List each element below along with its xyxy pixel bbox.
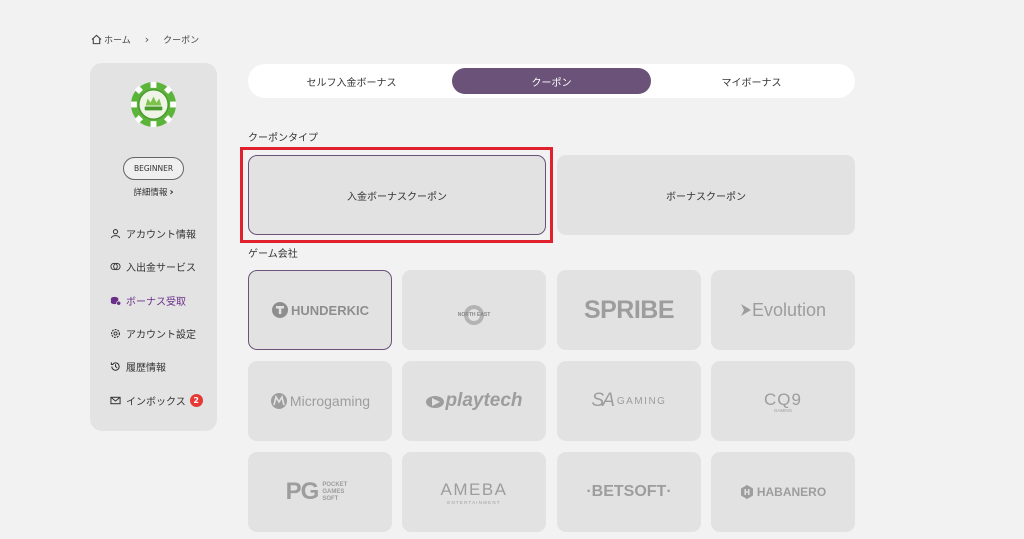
rank-badge: BEGINNER: [123, 157, 184, 180]
game-company-heading: ゲーム会社: [248, 249, 298, 260]
breadcrumb-current: クーポン: [163, 36, 200, 46]
sidebar-item-history[interactable]: 履歴情報: [110, 350, 203, 383]
provider-playtech[interactable]: playtech: [402, 361, 546, 441]
gear-icon: [110, 328, 121, 339]
thunderkick-logo-icon: [272, 302, 288, 318]
user-icon: [110, 229, 121, 239]
provider-logo-subtext: GAMING: [773, 407, 793, 413]
bonus-icon: [110, 296, 121, 306]
chevron-right-icon: ›: [144, 33, 150, 46]
chevron-right-icon: ›: [169, 187, 174, 198]
mail-icon: [110, 396, 121, 404]
provider-cq9[interactable]: CQ9 GAMING: [711, 361, 855, 441]
detail-link[interactable]: 詳細情報 ›: [90, 186, 217, 198]
provider-logo-text: HUNDERKIC: [291, 302, 369, 318]
provider-logo-text: SPRIBE: [583, 295, 675, 324]
sidebar-item-label: ボーナス受取: [126, 296, 186, 308]
breadcrumb: ホーム › クーポン: [91, 33, 199, 46]
provider-logo-subtext: ENTERTAINMENT: [447, 499, 501, 505]
provider-logo-text: PG: [285, 478, 320, 505]
home-icon[interactable]: [91, 34, 102, 45]
provider-ameba[interactable]: AMEBA ENTERTAINMENT: [402, 452, 546, 532]
sidebar-item-label: 入出金サービス: [126, 263, 196, 275]
detail-link-label: 詳細情報: [133, 188, 168, 198]
provider-logo-text: Microgaming: [289, 393, 371, 409]
sidebar-item-account-settings[interactable]: アカウント設定: [110, 317, 203, 350]
provider-logo-text: CQ9: [764, 389, 802, 409]
inbox-count-badge: 2: [189, 393, 203, 407]
sidebar-menu: アカウント情報 入出金サービス ボーナス受取 アカウント設定 履歴情報 インボッ…: [110, 217, 203, 417]
provider-sa-gaming[interactable]: SA GAMING: [557, 361, 701, 441]
coupon-type-bonus[interactable]: ボーナスクーポン: [557, 155, 855, 235]
sidebar-item-label: インボックス: [126, 396, 186, 408]
coupon-type-heading: クーポンタイプ: [248, 133, 318, 144]
provider-logo-text: GAMING: [616, 395, 667, 407]
sidebar-item-deposit-withdrawal[interactable]: 入出金サービス: [110, 250, 203, 283]
provider-logo-text: HABANERO: [756, 485, 827, 499]
tab-self-deposit-bonus[interactable]: セルフ入金ボーナス: [252, 68, 451, 94]
provider-habanero[interactable]: HABANERO: [711, 452, 855, 532]
provider-logo-text: playtech: [445, 390, 523, 411]
tab-my-bonus[interactable]: マイボーナス: [652, 68, 851, 94]
betsoft-right-mark: ·: [666, 483, 672, 500]
sidebar: BEGINNER 詳細情報 › アカウント情報 入出金サービス ボーナス受取 アカ…: [90, 63, 217, 431]
provider-spribe[interactable]: SPRIBE: [557, 270, 701, 350]
sidebar-item-account-info[interactable]: アカウント情報: [110, 217, 203, 250]
sidebar-item-label: 履歴情報: [126, 363, 166, 375]
provider-pg-soft[interactable]: PG POCKET GAMES SOFT: [248, 452, 392, 532]
sidebar-item-inbox[interactable]: インボックス 2: [110, 383, 203, 416]
provider-microgaming[interactable]: Microgaming: [248, 361, 392, 441]
rank-chip-avatar: [130, 81, 177, 128]
bonus-tabs: セルフ入金ボーナス クーポン マイボーナス: [248, 64, 855, 98]
provider-logo-text: AMEBA: [440, 479, 508, 499]
provider-logo-text: BETSOFT: [591, 483, 667, 500]
sidebar-item-bonus[interactable]: ボーナス受取: [110, 284, 203, 317]
provider-betsoft[interactable]: · BETSOFT ·: [557, 452, 701, 532]
provider-logo-text: Evolution: [751, 299, 827, 320]
provider-thunderkick[interactable]: HUNDERKIC: [248, 270, 392, 350]
provider-evolution[interactable]: Evolution: [711, 270, 855, 350]
history-icon: [110, 362, 120, 372]
tab-coupon[interactable]: クーポン: [452, 68, 651, 94]
coupon-type-deposit-bonus[interactable]: 入金ボーナスクーポン: [248, 155, 546, 235]
sa-logo-mark: SA: [591, 390, 615, 411]
provider-logo-subtext: POCKET GAMES SOFT: [322, 481, 348, 502]
playtech-logo-icon: [426, 396, 445, 408]
breadcrumb-home[interactable]: ホーム: [104, 33, 131, 46]
sidebar-item-label: アカウント情報: [126, 230, 196, 242]
habanero-logo-icon: [740, 485, 753, 499]
evolution-logo-icon: [740, 304, 751, 316]
provider-logo-text: NORTH EAST: [457, 311, 491, 318]
transfer-icon: [110, 263, 121, 271]
microgaming-logo-icon: [270, 393, 287, 409]
sidebar-item-label: アカウント設定: [126, 330, 196, 342]
provider-northeast[interactable]: NORTH EAST: [402, 270, 546, 350]
